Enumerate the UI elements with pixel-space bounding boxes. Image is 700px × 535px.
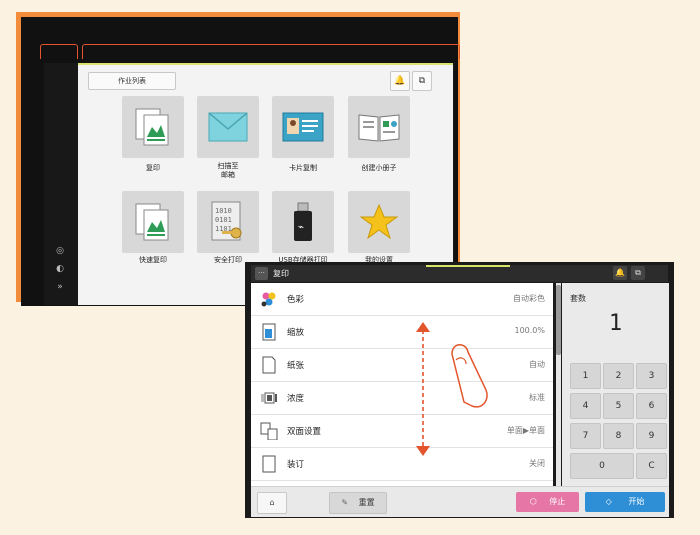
setting-row-zoom[interactable]: 缩放 100.0% [251,316,553,349]
app-tile-copy[interactable] [122,96,184,158]
key-clear[interactable]: C [636,453,667,479]
settings-icon[interactable]: ◎ [52,246,68,256]
copies-label: 套数 [570,294,586,303]
bell-icon[interactable]: 🔔 [613,266,627,280]
setting-row-density[interactable]: 浓度 标准 [251,382,553,415]
secure-print-icon: 1010 0101 1101 [211,201,242,241]
setting-value: 100.0% [514,326,545,335]
reset-label: 重置 [358,498,375,507]
star-icon [359,203,399,240]
key-2[interactable]: 2 [603,363,634,389]
copy-screen-title: 复印 [273,269,289,278]
app-tile-card-copy[interactable] [272,96,334,158]
setting-value: 关闭 [529,459,545,468]
copy-icon [135,108,169,146]
app-tile-usb-print[interactable]: ⌁ [272,191,334,253]
start-button[interactable]: ◇ 开始 [585,492,665,512]
tab-outline-right [82,44,460,59]
app-tile-quick-copy[interactable] [122,191,184,253]
setting-label: 装订 [287,460,305,470]
copy-screen-footer: ⌂ ✎ 重置 ⬡ 停止 ◇ 开始 [251,486,669,517]
key-6[interactable]: 6 [636,393,667,419]
setting-label: 浓度 [287,394,305,404]
copy-settings-list: 色彩 自动彩色 缩放 100.0% 纸张 自动 浓度 标准 双面设置 单面▶单面 [251,283,553,486]
tab-outline-left [40,44,78,59]
accent-line [426,265,510,267]
key-7[interactable]: 7 [570,423,601,449]
app-tile-booklet[interactable] [348,96,410,158]
quick-copy-icon [135,203,169,241]
key-0[interactable]: 0 [570,453,634,479]
key-3[interactable]: 3 [636,363,667,389]
setting-row-duplex[interactable]: 双面设置 单面▶单面 [251,415,553,448]
app-tile-scan-email[interactable] [197,96,259,158]
setting-label: 纸张 [287,361,305,371]
app-label-quick-copy: 快速复印 [139,256,167,264]
home-button[interactable]: ⌂ [257,492,287,514]
setting-label: 缩放 [287,328,305,338]
app-label-copy: 复印 [146,164,160,172]
staple-icon [262,455,276,473]
key-5[interactable]: 5 [603,393,634,419]
app-label-scan-email: 扫描至 邮箱 [217,162,239,179]
setting-row-color[interactable]: 色彩 自动彩色 [251,283,553,316]
start-icon: ◇ [605,497,612,506]
svg-text:0101: 0101 [215,216,232,224]
setting-value: 自动 [529,360,545,369]
menu-icon[interactable]: ··· [255,267,268,280]
envelope-icon [208,112,248,142]
bell-icon[interactable]: 🔔 [390,71,410,91]
id-card-icon [282,112,324,142]
duplex-icon [260,422,278,440]
copies-keypad-panel: 套数 1 1 2 3 4 5 6 7 8 9 0 C [562,283,669,486]
stop-icon: ⬡ [529,497,537,506]
app-label-booklet: 创建小册子 [361,164,397,172]
job-list-button[interactable]: 作业列表 [88,72,176,90]
setting-row-staple[interactable]: 装订 关闭 [251,448,553,481]
svg-text:⌁: ⌁ [298,222,304,233]
svg-text:1010: 1010 [215,207,232,215]
setting-label: 双面设置 [287,427,322,437]
reset-button[interactable]: ✎ 重置 [329,492,387,514]
double-chevron-icon[interactable]: » [52,282,68,292]
color-icon [261,292,276,307]
app-tile-my-settings[interactable] [348,191,410,253]
setting-value: 标准 [529,393,545,402]
copy-screen-header: ··· 复印 🔔 ⧉ [251,265,668,282]
booklet-icon [358,114,400,142]
settings-scroll-thumb[interactable] [556,285,561,355]
paper-icon [262,356,276,374]
status-icon[interactable]: ⧉ [412,71,432,91]
stop-button[interactable]: ⬡ 停止 [516,492,579,512]
zoom-icon [262,323,276,341]
pencil-icon: ✎ [341,498,349,507]
setting-value: 单面▶单面 [506,426,545,435]
stop-label: 停止 [549,497,566,506]
key-1[interactable]: 1 [570,363,601,389]
key-9[interactable]: 9 [636,423,667,449]
copies-value: 1 [608,311,623,336]
usb-icon: ⌁ [294,202,312,241]
contrast-icon[interactable]: ◐ [52,264,68,274]
density-icon [261,392,277,404]
setting-row-paper[interactable]: 纸张 自动 [251,349,553,382]
key-4[interactable]: 4 [570,393,601,419]
app-label-card-copy: 卡片复制 [289,164,317,172]
accent-line [78,63,453,65]
setting-value: 自动彩色 [513,294,545,303]
status-icon[interactable]: ⧉ [631,266,645,280]
home-icon: ⌂ [269,498,275,507]
start-label: 开始 [628,497,645,506]
app-tile-secure-print[interactable]: 1010 0101 1101 [197,191,259,253]
key-8[interactable]: 8 [603,423,634,449]
setting-label: 色彩 [287,295,305,305]
